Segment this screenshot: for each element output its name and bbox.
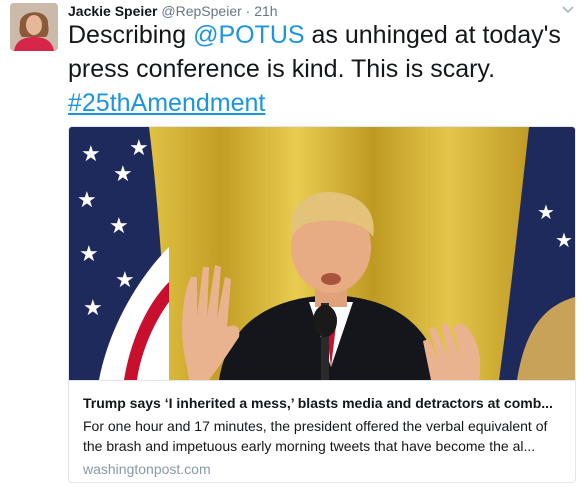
author-handle[interactable]: @RepSpeier (161, 3, 241, 19)
svg-text:★: ★ (77, 188, 97, 213)
card-domain: washingtonpost.com (83, 461, 211, 477)
card-description-line-2: the brash and impetuous early morning tw… (83, 438, 536, 454)
tweet-text-prefix: Describing (68, 21, 194, 49)
card-body[interactable]: Trump says ‘I inherited a mess,’ blasts … (69, 380, 575, 482)
card-description: For one hour and 17 minutes, the preside… (83, 416, 561, 456)
svg-text:★: ★ (555, 228, 573, 252)
avatar-photo (10, 3, 58, 51)
tweet-text: Describing @POTUS as unhinged at today's… (68, 18, 578, 120)
tweet-text-suffix: as unhinged at today's (304, 21, 561, 49)
card-image[interactable]: ★ ★ ★ ★ ★ ★ ★ ★ ★ ★ (69, 127, 575, 380)
mention-link[interactable]: @POTUS (193, 21, 305, 49)
svg-text:★: ★ (81, 142, 101, 167)
svg-text:★: ★ (129, 136, 149, 161)
svg-text:★: ★ (109, 214, 129, 239)
chevron-down-icon[interactable] (560, 2, 576, 18)
separator-dot: · (245, 3, 251, 19)
svg-text:★: ★ (537, 200, 555, 224)
svg-text:★: ★ (83, 296, 103, 321)
svg-text:★: ★ (113, 162, 133, 187)
tweet-time[interactable]: 21h (254, 3, 277, 19)
svg-text:★: ★ (115, 268, 135, 293)
hashtag-link[interactable]: #25thAmendment (68, 89, 265, 117)
card-description-line-1: For one hour and 17 minutes, the preside… (83, 418, 548, 434)
author-name[interactable]: Jackie Speier (68, 3, 158, 19)
tweet-text-line-2: press conference is kind. This is scary. (68, 55, 496, 83)
card-title[interactable]: Trump says ‘I inherited a mess,’ blasts … (83, 394, 561, 412)
avatar[interactable] (10, 3, 58, 51)
svg-text:★: ★ (79, 242, 99, 267)
link-card[interactable]: ★ ★ ★ ★ ★ ★ ★ ★ ★ ★ Trump says ‘I inheri… (68, 126, 576, 483)
tweet-text-line-1: Describing @POTUS as unhinged at today's (68, 18, 578, 52)
